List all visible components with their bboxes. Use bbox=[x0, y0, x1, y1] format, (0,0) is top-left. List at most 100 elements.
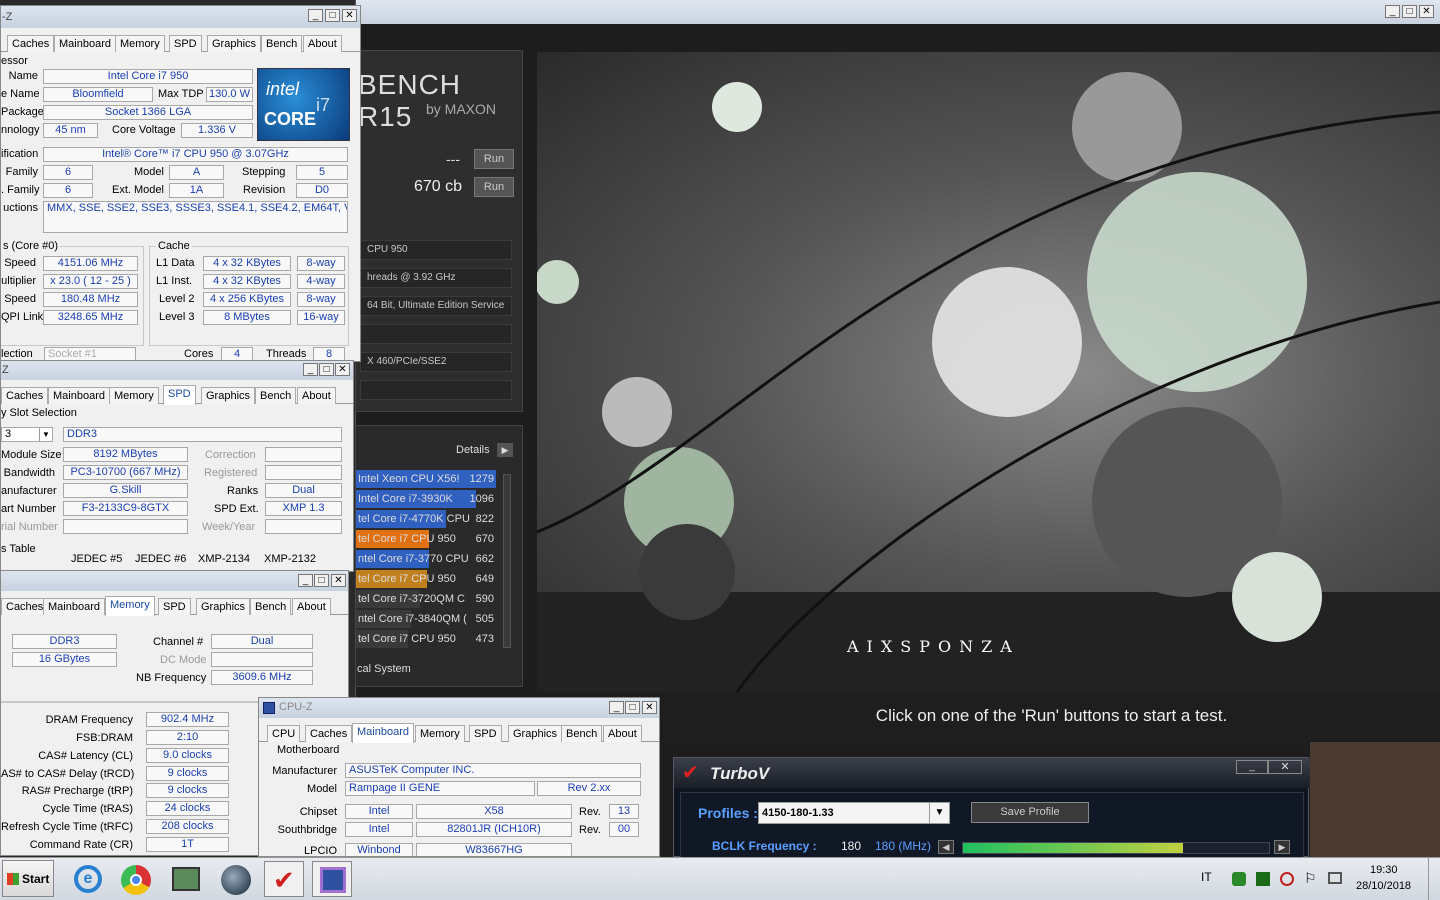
slot-select[interactable]: 3 ▼ bbox=[1, 427, 53, 442]
cpuz-app-icon bbox=[263, 702, 275, 714]
tab-bench[interactable]: Bench bbox=[561, 725, 603, 742]
clock-date[interactable]: 28/10/2018 bbox=[1356, 880, 1411, 892]
tab-memory[interactable]: Memory bbox=[415, 725, 465, 742]
ranking-scrollbar[interactable] bbox=[503, 474, 511, 648]
flag-icon[interactable]: ⚐ bbox=[1304, 870, 1317, 887]
cpu-run-button[interactable]: Run bbox=[474, 177, 514, 197]
clocks-group-label: s (Core #0) bbox=[1, 240, 61, 252]
render-scene bbox=[537, 72, 1440, 692]
maximize-icon[interactable]: □ bbox=[319, 363, 334, 376]
turbov-minimize-icon[interactable]: _ bbox=[1236, 760, 1268, 774]
nb-frequency-value: 3609.6 MHz bbox=[211, 670, 313, 685]
cpuz-mainboard-tabs: CPU Caches Mainboard Memory SPD Graphics… bbox=[259, 723, 659, 743]
aixsponza-logo: AIXSPONZA bbox=[847, 637, 1020, 656]
tab-graphics[interactable]: Graphics bbox=[201, 387, 256, 404]
tab-graphics[interactable]: Graphics bbox=[207, 35, 262, 52]
cpuz-glyph bbox=[320, 867, 346, 893]
opengl-run-button[interactable]: Run bbox=[474, 149, 514, 169]
bclk-current-value: 180 bbox=[841, 839, 862, 853]
tab-about[interactable]: About bbox=[603, 725, 642, 742]
gpu-tool-icon[interactable] bbox=[166, 861, 206, 897]
tab-graphics[interactable]: Graphics bbox=[196, 598, 251, 615]
close-icon[interactable]: ✕ bbox=[335, 363, 350, 376]
clock-time[interactable]: 19:30 bbox=[1370, 864, 1398, 876]
minimize-icon[interactable]: _ bbox=[609, 701, 624, 714]
part-number-label: art Number bbox=[1, 503, 57, 515]
minimize-icon[interactable]: _ bbox=[303, 363, 318, 376]
tab-about[interactable]: About bbox=[297, 387, 336, 404]
tab-mainboard[interactable]: Mainboard bbox=[54, 35, 116, 52]
bclk-slider-track[interactable] bbox=[962, 842, 1270, 854]
show-desktop-button[interactable] bbox=[1428, 858, 1440, 900]
bus-speed-label: Speed bbox=[4, 293, 36, 305]
chrome-glyph bbox=[121, 865, 151, 895]
turbov-taskbar-icon[interactable]: ✔ bbox=[264, 861, 304, 897]
tab-mainboard[interactable]: Mainboard bbox=[352, 723, 414, 743]
tab-about[interactable]: About bbox=[303, 35, 342, 52]
cinebench-taskbar-icon[interactable] bbox=[216, 861, 256, 897]
registered-label: Registered bbox=[204, 467, 258, 479]
local-system-label: cal System bbox=[357, 663, 411, 675]
display-icon[interactable] bbox=[1328, 872, 1342, 884]
glass-sphere-large bbox=[1087, 172, 1307, 392]
os-field: 64 Bit, Ultimate Edition Service bbox=[360, 296, 512, 316]
tray-icon-update[interactable] bbox=[1280, 872, 1294, 886]
tab-cpu[interactable]: CPU bbox=[267, 725, 301, 742]
maximize-icon[interactable]: □ bbox=[314, 574, 329, 587]
tab-memory[interactable]: Memory bbox=[115, 35, 165, 52]
tab-graphics[interactable]: Graphics bbox=[508, 725, 563, 742]
tab-spd[interactable]: SPD bbox=[169, 35, 202, 52]
maximize-icon[interactable]: □ bbox=[625, 701, 640, 714]
chrome-icon[interactable] bbox=[117, 861, 157, 897]
profile-select[interactable]: 4150-180-1.33 ▼ bbox=[758, 802, 950, 824]
maximize-icon[interactable]: □ bbox=[325, 9, 340, 22]
chevron-down-icon[interactable]: ▼ bbox=[39, 428, 52, 441]
close-icon[interactable]: ✕ bbox=[1419, 5, 1434, 18]
maximize-icon[interactable]: □ bbox=[1402, 5, 1417, 18]
close-icon[interactable]: ✕ bbox=[342, 9, 357, 22]
tab-bench[interactable]: Bench bbox=[250, 598, 292, 615]
cas-latency-label: CAS# Latency (CL) bbox=[38, 750, 133, 762]
cpuz-taskbar-icon[interactable] bbox=[312, 861, 352, 897]
mem-size-value: 16 GBytes bbox=[12, 652, 117, 667]
tab-memory[interactable]: Memory bbox=[109, 387, 159, 404]
tab-caches[interactable]: Caches bbox=[7, 35, 55, 52]
minimize-icon[interactable]: _ bbox=[1385, 5, 1400, 18]
bandwidth-value: PC3-10700 (667 MHz) bbox=[63, 465, 188, 480]
tab-spd[interactable]: SPD bbox=[469, 725, 502, 742]
cpuz-spd-titlebar bbox=[1, 361, 353, 380]
chevron-down-icon[interactable]: ▼ bbox=[929, 803, 949, 823]
tab-spd[interactable]: SPD bbox=[163, 385, 196, 405]
close-icon[interactable]: ✕ bbox=[642, 701, 657, 714]
tray-icon-network[interactable] bbox=[1256, 872, 1270, 886]
turbov-close-icon[interactable]: ✕ bbox=[1268, 760, 1302, 774]
tab-caches[interactable]: Caches bbox=[1, 598, 49, 615]
dram-frequency-label: DRAM Frequency bbox=[45, 714, 133, 726]
cpuz-spd-tabs: Caches Mainboard Memory SPD Graphics Ben… bbox=[1, 385, 353, 405]
tab-mainboard[interactable]: Mainboard bbox=[48, 387, 110, 404]
tab-mainboard[interactable]: Mainboard bbox=[43, 598, 105, 615]
tab-bench[interactable]: Bench bbox=[261, 35, 303, 52]
tab-caches[interactable]: Caches bbox=[305, 725, 353, 742]
language-indicator[interactable]: IT bbox=[1201, 870, 1212, 884]
details-arrow-icon[interactable]: ▶ bbox=[497, 443, 513, 457]
timings-table-label: s Table bbox=[1, 543, 36, 555]
slider-right-arrow-icon[interactable]: ▶ bbox=[1274, 840, 1290, 854]
model-value: A bbox=[169, 165, 224, 180]
chipset-value: X58 bbox=[416, 804, 572, 819]
minimize-icon[interactable]: _ bbox=[298, 574, 313, 587]
internet-explorer-icon[interactable]: e bbox=[68, 861, 108, 897]
save-profile-button[interactable]: Save Profile bbox=[971, 802, 1089, 823]
start-button[interactable]: Start bbox=[2, 860, 54, 897]
southbridge-rev-label: Rev. bbox=[579, 824, 601, 836]
tab-caches[interactable]: Caches bbox=[1, 387, 49, 404]
tab-memory[interactable]: Memory bbox=[105, 596, 155, 616]
tab-spd[interactable]: SPD bbox=[158, 598, 191, 615]
tab-bench[interactable]: Bench bbox=[255, 387, 297, 404]
ranking-score: 662 bbox=[475, 553, 494, 565]
close-icon[interactable]: ✕ bbox=[331, 574, 346, 587]
minimize-icon[interactable]: _ bbox=[308, 9, 323, 22]
slider-left-arrow-icon[interactable]: ◀ bbox=[938, 840, 954, 854]
tab-about[interactable]: About bbox=[292, 598, 331, 615]
tray-icon-security[interactable] bbox=[1232, 872, 1246, 886]
